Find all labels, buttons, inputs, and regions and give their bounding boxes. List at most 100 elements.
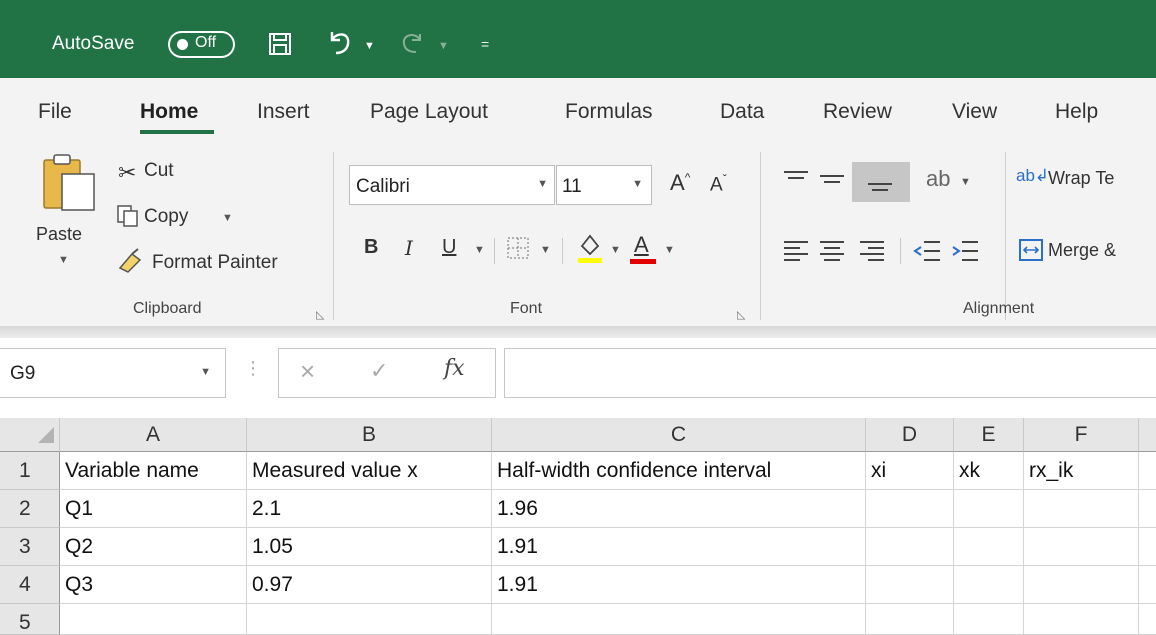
cell-d3[interactable] bbox=[866, 528, 954, 566]
bottom-align-icon[interactable] bbox=[866, 170, 894, 194]
tab-file[interactable]: File bbox=[38, 100, 72, 124]
cell-b4[interactable]: 0.97 bbox=[247, 566, 492, 604]
row-header[interactable]: 2 bbox=[0, 490, 60, 528]
column-header-d[interactable]: D bbox=[866, 418, 954, 452]
cell-c5[interactable] bbox=[492, 604, 866, 635]
borders-dropdown-icon[interactable]: ▼ bbox=[540, 244, 551, 256]
font-launcher-icon[interactable]: ◺ bbox=[737, 308, 745, 321]
align-left-icon[interactable] bbox=[782, 238, 810, 264]
row-header[interactable]: 4 bbox=[0, 566, 60, 604]
cell-e2[interactable] bbox=[954, 490, 1024, 528]
name-box[interactable]: G9 ▼ bbox=[0, 348, 226, 398]
merge-center-icon[interactable] bbox=[1018, 238, 1044, 262]
font-color-dropdown-icon[interactable]: ▼ bbox=[664, 244, 675, 256]
font-size-select[interactable]: 11 ▼ bbox=[556, 165, 652, 205]
column-header-c[interactable]: C bbox=[492, 418, 866, 452]
copy-dropdown-icon[interactable]: ▼ bbox=[222, 212, 233, 224]
tab-formulas[interactable]: Formulas bbox=[565, 100, 653, 124]
increase-indent-icon[interactable] bbox=[950, 238, 980, 264]
cell-a5[interactable] bbox=[60, 604, 247, 635]
middle-align-icon[interactable] bbox=[818, 168, 846, 190]
cell-a3[interactable]: Q2 bbox=[60, 528, 247, 566]
cell-d1[interactable]: xi bbox=[866, 452, 954, 490]
font-size-dropdown-icon[interactable]: ▼ bbox=[632, 178, 643, 190]
cell-c2[interactable]: 1.96 bbox=[492, 490, 866, 528]
cell-d5[interactable] bbox=[866, 604, 954, 635]
cell-a4[interactable]: Q3 bbox=[60, 566, 247, 604]
cell-e1[interactable]: xk bbox=[954, 452, 1024, 490]
cell-f1[interactable]: rx_ik bbox=[1024, 452, 1139, 490]
cell-a2[interactable]: Q1 bbox=[60, 490, 247, 528]
wrap-text-button[interactable]: Wrap Te bbox=[1048, 168, 1114, 189]
cell-c3[interactable]: 1.91 bbox=[492, 528, 866, 566]
merge-button[interactable]: Merge & bbox=[1048, 240, 1116, 261]
fill-color-icon[interactable] bbox=[576, 232, 604, 264]
column-header-a[interactable]: A bbox=[60, 418, 247, 452]
redo-dropdown-icon[interactable]: ▼ bbox=[438, 40, 449, 52]
formula-input[interactable] bbox=[504, 348, 1156, 398]
paste-dropdown-icon[interactable]: ▼ bbox=[58, 254, 69, 266]
cancel-icon[interactable]: × bbox=[300, 356, 315, 387]
copy-button[interactable]: Copy bbox=[144, 206, 188, 228]
top-align-icon[interactable] bbox=[782, 168, 810, 190]
decrease-indent-icon[interactable] bbox=[912, 238, 942, 264]
cell-g5[interactable] bbox=[1139, 604, 1156, 635]
align-right-icon[interactable] bbox=[858, 238, 886, 264]
cell-a1[interactable]: Variable name bbox=[60, 452, 247, 490]
italic-button[interactable]: I bbox=[405, 236, 413, 260]
save-icon[interactable] bbox=[268, 32, 292, 56]
redo-icon[interactable] bbox=[396, 26, 428, 58]
paste-icon[interactable] bbox=[38, 152, 100, 212]
cell-c1[interactable]: Half-width confidence interval bbox=[492, 452, 866, 490]
cell-g2[interactable] bbox=[1139, 490, 1156, 528]
increase-font-size-icon[interactable]: A^ bbox=[670, 170, 690, 196]
cell-d4[interactable] bbox=[866, 566, 954, 604]
row-header[interactable]: 1 bbox=[0, 452, 60, 490]
cell-e3[interactable] bbox=[954, 528, 1024, 566]
font-color-icon[interactable]: A bbox=[634, 232, 649, 258]
orientation-icon[interactable]: ab bbox=[926, 166, 950, 192]
tab-review[interactable]: Review bbox=[823, 100, 892, 124]
wrap-text-icon[interactable]: ab↲ bbox=[1016, 166, 1049, 186]
font-name-select[interactable]: Calibri ▼ bbox=[349, 165, 555, 205]
cell-e5[interactable] bbox=[954, 604, 1024, 635]
cell-f5[interactable] bbox=[1024, 604, 1139, 635]
column-header-b[interactable]: B bbox=[247, 418, 492, 452]
cell-g3[interactable] bbox=[1139, 528, 1156, 566]
format-painter-icon[interactable] bbox=[116, 248, 146, 274]
tab-insert[interactable]: Insert bbox=[257, 100, 310, 124]
align-center-icon[interactable] bbox=[818, 238, 846, 264]
column-header-e[interactable]: E bbox=[954, 418, 1024, 452]
tab-view[interactable]: View bbox=[952, 100, 997, 124]
decrease-font-size-icon[interactable]: Aˇ bbox=[710, 172, 727, 196]
fill-color-dropdown-icon[interactable]: ▼ bbox=[610, 244, 621, 256]
paste-label[interactable]: Paste bbox=[36, 224, 82, 245]
borders-icon[interactable] bbox=[506, 236, 530, 260]
cut-icon[interactable]: ✂ bbox=[118, 160, 136, 186]
cell-b2[interactable]: 2.1 bbox=[247, 490, 492, 528]
format-painter-button[interactable]: Format Painter bbox=[152, 252, 278, 274]
cell-g4[interactable] bbox=[1139, 566, 1156, 604]
column-header-f[interactable]: F bbox=[1024, 418, 1139, 452]
customize-qat-icon[interactable]: = bbox=[481, 36, 489, 52]
cell-f2[interactable] bbox=[1024, 490, 1139, 528]
tab-home[interactable]: Home bbox=[140, 100, 198, 124]
column-header-g[interactable] bbox=[1139, 418, 1156, 452]
autosave-toggle[interactable]: Off bbox=[168, 31, 235, 58]
enter-icon[interactable]: ✓ bbox=[370, 358, 388, 384]
insert-function-icon[interactable]: fx bbox=[444, 356, 465, 381]
cell-b3[interactable]: 1.05 bbox=[247, 528, 492, 566]
cell-b5[interactable] bbox=[247, 604, 492, 635]
tab-page-layout[interactable]: Page Layout bbox=[370, 100, 488, 124]
row-header[interactable]: 3 bbox=[0, 528, 60, 566]
orientation-dropdown-icon[interactable]: ▼ bbox=[960, 176, 971, 188]
cell-c4[interactable]: 1.91 bbox=[492, 566, 866, 604]
underline-button[interactable]: U bbox=[442, 236, 456, 259]
cell-f4[interactable] bbox=[1024, 566, 1139, 604]
cell-g1[interactable] bbox=[1139, 452, 1156, 490]
undo-icon[interactable] bbox=[324, 26, 356, 58]
underline-dropdown-icon[interactable]: ▼ bbox=[474, 244, 485, 256]
clipboard-launcher-icon[interactable]: ◺ bbox=[316, 308, 324, 321]
font-name-dropdown-icon[interactable]: ▼ bbox=[537, 178, 548, 190]
cell-e4[interactable] bbox=[954, 566, 1024, 604]
